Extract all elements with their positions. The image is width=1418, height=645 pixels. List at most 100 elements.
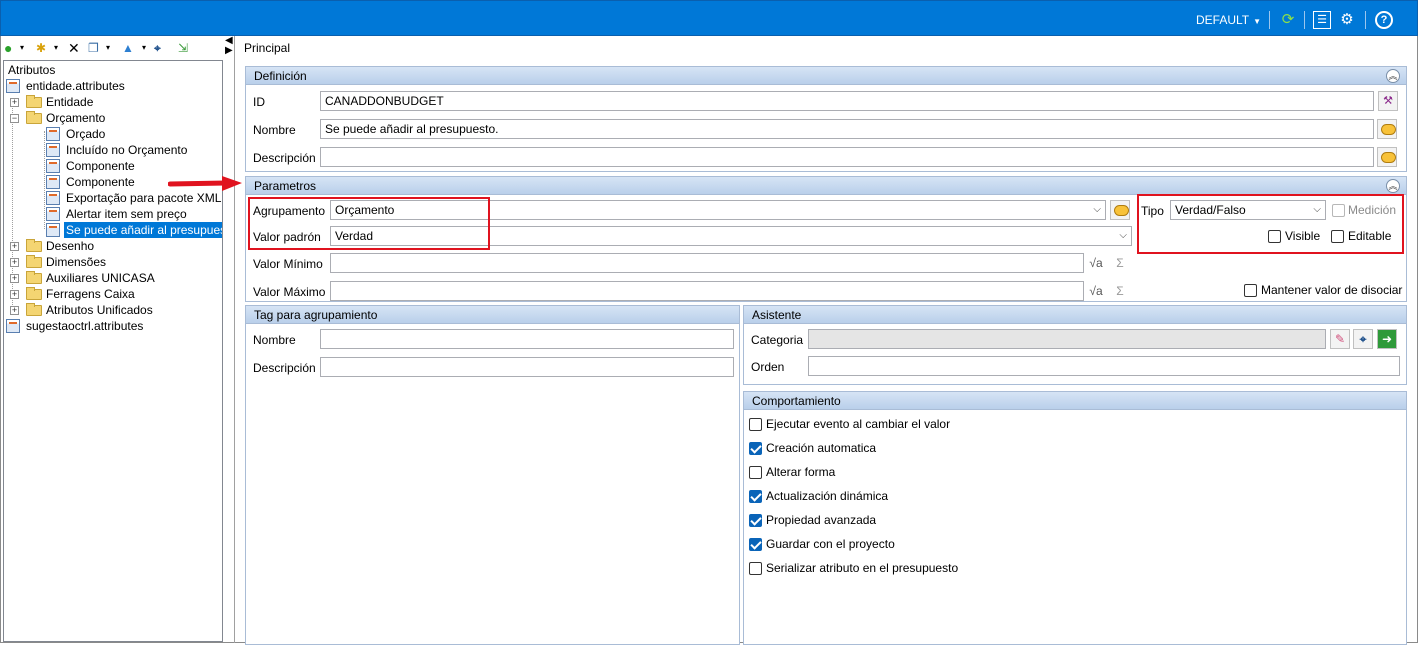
top-bar: DEFAULT ▼ ⟳ ☰ ⚙ ? bbox=[0, 0, 1418, 36]
toolbar-separator bbox=[1365, 11, 1366, 29]
tag-nombre-label: Nombre bbox=[253, 333, 296, 347]
layout-icon[interactable]: ☰ bbox=[1313, 11, 1331, 29]
new-item-icon[interactable]: ✱ bbox=[36, 40, 46, 56]
move-up-icon[interactable]: ▲ bbox=[122, 40, 134, 56]
chevron-down-icon[interactable]: ▾ bbox=[54, 40, 58, 56]
tree-item[interactable]: sugestaoctrl.attributes bbox=[6, 318, 206, 334]
expand-icon[interactable]: + bbox=[10, 242, 19, 251]
copy-icon[interactable]: ❐ bbox=[88, 40, 99, 56]
translate-icon[interactable] bbox=[1377, 119, 1397, 139]
expand-icon[interactable]: + bbox=[10, 98, 19, 107]
chevron-down-icon[interactable]: ▾ bbox=[106, 40, 110, 56]
tree-item[interactable]: + Atributos Unificados bbox=[10, 302, 210, 318]
eraser-icon[interactable]: ✎ bbox=[1330, 329, 1350, 349]
categoria-field[interactable] bbox=[808, 329, 1326, 349]
panel-title: Parametros bbox=[254, 179, 317, 193]
folder-icon bbox=[26, 303, 42, 316]
back-icon[interactable]: ● bbox=[4, 40, 12, 56]
behavior-label: Creación automatica bbox=[766, 441, 877, 455]
attributes-tree: Atributos entidade.attributes + Entidade… bbox=[3, 60, 223, 642]
panel-title: Definición bbox=[254, 69, 307, 83]
behavior-checkbox[interactable] bbox=[749, 418, 762, 431]
nombre-label: Nombre bbox=[253, 123, 296, 137]
help-icon[interactable]: ? bbox=[1375, 11, 1393, 29]
formula-icon[interactable]: √a bbox=[1086, 281, 1106, 301]
collapse-icon[interactable]: ︽ bbox=[1386, 179, 1400, 193]
valor-minimo-label: Valor Mínimo bbox=[253, 257, 323, 271]
chevron-down-icon: ⌵ bbox=[1093, 204, 1101, 215]
tree-item[interactable]: + Auxiliares UNICASA bbox=[10, 270, 210, 286]
chevron-down-icon: ⌵ bbox=[1119, 230, 1127, 241]
find-icon[interactable]: ⌖ bbox=[1353, 329, 1373, 349]
highlight-box bbox=[248, 197, 490, 250]
behavior-checkbox[interactable] bbox=[749, 538, 762, 551]
behavior-checkbox[interactable] bbox=[749, 466, 762, 479]
folder-open-icon bbox=[26, 111, 42, 124]
tree-item-label: Atributos Unificados bbox=[46, 303, 153, 317]
expand-icon[interactable]: + bbox=[10, 306, 19, 315]
pick-icon[interactable]: ⚒ bbox=[1378, 91, 1398, 111]
tag-descripcion-field[interactable] bbox=[320, 357, 734, 377]
tree-item[interactable]: + Entidade bbox=[10, 94, 210, 110]
descripcion-label: Descripción bbox=[253, 151, 316, 165]
collapse-icon[interactable]: ︽ bbox=[1386, 69, 1400, 83]
valor-maximo-field[interactable] bbox=[330, 281, 1084, 301]
export-icon[interactable]: ⇲ bbox=[178, 40, 188, 56]
tree-item-label: Se puede añadir al presupuesto bbox=[64, 222, 222, 238]
mantener-checkbox[interactable] bbox=[1244, 284, 1257, 297]
tree-item-selected[interactable]: Se puede añadir al presupuesto bbox=[46, 222, 222, 238]
attribute-icon bbox=[46, 191, 60, 205]
tree-item[interactable]: + Ferragens Caixa bbox=[10, 286, 210, 302]
expand-icon[interactable]: + bbox=[10, 258, 19, 267]
descripcion-field[interactable] bbox=[320, 147, 1374, 167]
tree-item[interactable]: + Dimensões bbox=[10, 254, 210, 270]
behavior-checkbox[interactable] bbox=[749, 562, 762, 575]
chevron-down-icon[interactable]: ▾ bbox=[142, 40, 146, 56]
tab-principal[interactable]: Principal bbox=[244, 41, 290, 55]
translate-icon[interactable] bbox=[1377, 147, 1397, 167]
collapse-icon[interactable]: − bbox=[10, 114, 19, 123]
behavior-label: Serializar atributo en el presupuesto bbox=[766, 561, 959, 575]
delete-icon[interactable]: ✕ bbox=[68, 40, 80, 56]
sum-icon[interactable]: Σ bbox=[1110, 281, 1130, 301]
sum-icon[interactable]: Σ bbox=[1110, 253, 1130, 273]
behavior-checkbox[interactable] bbox=[749, 490, 762, 503]
tree-item-label: entidade.attributes bbox=[26, 79, 125, 93]
expand-right-icon[interactable]: ▶ bbox=[225, 46, 233, 56]
tree-item-label: Componente bbox=[66, 175, 135, 189]
expand-icon[interactable]: + bbox=[10, 290, 19, 299]
mantener-label: Mantener valor de disociar bbox=[1261, 283, 1403, 297]
valor-minimo-field[interactable] bbox=[330, 253, 1084, 273]
tree-item[interactable]: − Orçamento bbox=[10, 110, 210, 126]
tree-item-label: sugestaoctrl.attributes bbox=[26, 319, 144, 333]
tree-item[interactable]: entidade.attributes bbox=[6, 78, 206, 94]
orden-field[interactable] bbox=[808, 356, 1400, 376]
panel-title: Tag para agrupamiento bbox=[254, 308, 378, 322]
chevron-down-icon[interactable]: ▾ bbox=[20, 40, 24, 56]
id-field[interactable]: CANADDONBUDGET bbox=[320, 91, 1374, 111]
attribute-icon bbox=[46, 207, 60, 221]
profile-dropdown[interactable]: DEFAULT ▼ bbox=[1196, 13, 1261, 27]
find-icon[interactable]: ⌖ bbox=[154, 40, 161, 56]
behavior-checkbox[interactable] bbox=[749, 442, 762, 455]
tree-item[interactable]: Componente bbox=[46, 158, 221, 174]
nombre-field[interactable]: Se puede añadir al presupuesto. bbox=[320, 119, 1374, 139]
folder-icon bbox=[26, 255, 42, 268]
tree-item-label: Dimensões bbox=[46, 255, 107, 269]
folder-icon bbox=[26, 287, 42, 300]
settings-icon[interactable]: ⚙ bbox=[1338, 11, 1356, 29]
expand-icon[interactable]: + bbox=[10, 274, 19, 283]
tree-line bbox=[44, 131, 45, 229]
refresh-icon[interactable]: ⟳ bbox=[1279, 11, 1297, 29]
tree-item[interactable]: Orçado bbox=[46, 126, 221, 142]
tree-toolbar: ● ▾ ✱ ▾ ✕ ❐ ▾ ▲ ▾ ⌖ ⇲ bbox=[2, 38, 224, 58]
tree-item[interactable]: Alertar item sem preço bbox=[46, 206, 221, 222]
pane-splitter[interactable]: ◀ ▶ bbox=[224, 36, 236, 643]
tag-nombre-field[interactable] bbox=[320, 329, 734, 349]
behavior-checkbox[interactable] bbox=[749, 514, 762, 527]
tree-item[interactable]: Incluído no Orçamento bbox=[46, 142, 221, 158]
translate-icon[interactable] bbox=[1110, 200, 1130, 220]
formula-icon[interactable]: √a bbox=[1086, 253, 1106, 273]
tree-item[interactable]: + Desenho bbox=[10, 238, 210, 254]
go-icon[interactable]: ➜ bbox=[1377, 329, 1397, 349]
